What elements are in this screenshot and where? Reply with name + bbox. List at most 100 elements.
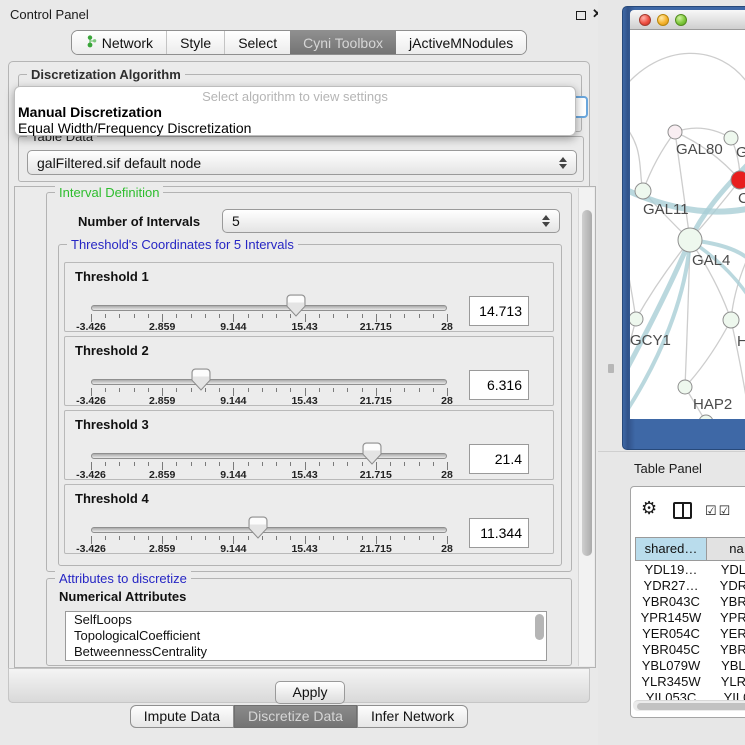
table-cell-shared-name[interactable]: YLR345W (635, 674, 707, 690)
tick-label: 15.43 (291, 321, 317, 333)
table-row[interactable]: YDR27…YDR2 (635, 578, 745, 594)
threshold-4-value-field[interactable]: 11.344 (469, 518, 529, 548)
tick-mark (347, 462, 348, 466)
node-label-gal11: GAL11 (643, 201, 689, 218)
vertical-scrollbar[interactable] (578, 188, 594, 666)
table-cell-name[interactable]: YBL0 (707, 658, 745, 674)
threshold-2-slider-track[interactable] (91, 379, 447, 385)
bottom-tab-infer-network[interactable]: Infer Network (357, 705, 468, 728)
table-data-combobox[interactable]: galFiltered.sif default node (27, 150, 577, 175)
node-gcy1[interactable] (630, 312, 643, 326)
table-cell-name[interactable]: YDR2 (707, 578, 745, 594)
tab-style[interactable]: Style (166, 31, 224, 54)
node-right[interactable] (723, 312, 739, 328)
tick-mark (262, 388, 263, 392)
node-gal11[interactable] (635, 183, 651, 199)
table-cell-name[interactable]: YBR0 (707, 594, 745, 610)
column-layout-icon[interactable] (673, 502, 692, 519)
node-gal80[interactable] (668, 125, 682, 139)
table-cell-name[interactable]: YPR1 (707, 610, 745, 626)
node-bottom[interactable] (699, 415, 713, 419)
tick-mark (119, 314, 120, 318)
table-cell-name[interactable]: YDL1 (707, 562, 745, 578)
horizontal-scrollbar[interactable] (633, 700, 745, 711)
checkbox-icons[interactable]: ☑☑ (705, 503, 732, 519)
table-cell-name[interactable]: YBR0 (707, 642, 745, 658)
bottom-tab-discretize-data[interactable]: Discretize Data (234, 705, 357, 728)
tick-mark (148, 462, 149, 466)
attribute-list-item[interactable]: SelfLoops (66, 612, 546, 628)
tick-mark (404, 314, 405, 318)
table-row[interactable]: YLR345WYLR3 (635, 674, 745, 690)
node-selected-red[interactable] (731, 171, 745, 189)
vertical-scrollbar-thumb[interactable] (582, 210, 592, 556)
table-row[interactable]: YBL079WYBL0 (635, 658, 745, 674)
tab-label: Select (238, 35, 277, 51)
close-window-icon[interactable] (639, 14, 651, 26)
tick-mark (362, 314, 363, 318)
table-cell-shared-name[interactable]: YBR043C (635, 594, 707, 610)
minimize-window-icon[interactable] (657, 14, 669, 26)
tab-select[interactable]: Select (224, 31, 290, 54)
node-top-right[interactable] (724, 131, 738, 145)
attributes-list-scrollbar[interactable] (535, 614, 544, 640)
threshold-1-slider-track[interactable] (91, 305, 447, 311)
tick-mark (219, 536, 220, 540)
algorithm-option-manual[interactable]: Manual Discretization (15, 104, 575, 120)
network-icon (85, 35, 97, 51)
algorithm-option-equal-width[interactable]: Equal Width/Frequency Discretization (15, 120, 575, 136)
bottom-tab-impute-data[interactable]: Impute Data (130, 705, 234, 728)
float-panel-icon[interactable] (576, 11, 586, 20)
threshold-1-value-field[interactable]: 14.713 (469, 296, 529, 326)
table-header-row: shared… na (635, 537, 745, 561)
table-cell-name[interactable]: YLR3 (707, 674, 745, 690)
tick-mark (105, 314, 106, 318)
table-cell-shared-name[interactable]: YBR045C (635, 642, 707, 658)
threshold-3-slider-track[interactable] (91, 453, 447, 459)
apply-button[interactable]: Apply (275, 681, 345, 704)
network-canvas[interactable]: GAL80GAGAL11CGAL4GCY1HHAP2 (630, 30, 745, 419)
tick-mark (219, 462, 220, 466)
tick-label: 21.715 (360, 543, 392, 555)
tick-label: 2.859 (149, 395, 175, 407)
table-row[interactable]: YER054CYER0 (635, 626, 745, 642)
table-row[interactable]: YBR043CYBR0 (635, 594, 745, 610)
column-header-shared-name[interactable]: shared… (635, 537, 707, 561)
network-window-titlebar[interactable] (630, 10, 745, 30)
attribute-list-item[interactable]: TopologicalCoefficient (66, 628, 546, 644)
gear-icon[interactable]: ⚙ (641, 499, 657, 517)
table-cell-shared-name[interactable]: YDR27… (635, 578, 707, 594)
table-cell-shared-name[interactable]: YIL053C (635, 690, 707, 700)
attribute-list-item[interactable]: BetweennessCentrality (66, 644, 546, 660)
zoom-window-icon[interactable] (675, 14, 687, 26)
table-cell-shared-name[interactable]: YPR145W (635, 610, 707, 626)
table-panel-title: Table Panel (634, 461, 702, 476)
threshold-2-value-field[interactable]: 6.316 (469, 370, 529, 400)
table-row[interactable]: YPR145WYPR1 (635, 610, 745, 626)
column-header-name[interactable]: na (707, 537, 745, 561)
number-of-intervals-combobox[interactable]: 5 (222, 209, 560, 233)
table-cell-name[interactable]: YER0 (707, 626, 745, 642)
table-row[interactable]: YDL19…YDL1 (635, 562, 745, 578)
node-gal4[interactable] (678, 228, 702, 252)
table-cell-name[interactable]: YIL0 (707, 690, 745, 700)
threshold-3-value-field[interactable]: 21.4 (469, 444, 529, 474)
threshold-4-slider-track[interactable] (91, 527, 447, 533)
table-cell-shared-name[interactable]: YER054C (635, 626, 707, 642)
horizontal-scrollbar-thumb[interactable] (637, 703, 745, 710)
numerical-attributes-heading: Numerical Attributes (59, 589, 186, 604)
slider-tick-labels: -3.4262.8599.14415.4321.71528 (91, 395, 447, 407)
table-cell-shared-name[interactable]: YDL19… (635, 562, 707, 578)
tab-network[interactable]: Network (72, 31, 166, 54)
tab-label: jActiveMNodules (409, 35, 513, 51)
tab-jactivemnodules[interactable]: jActiveMNodules (396, 31, 526, 54)
table-row[interactable]: YIL053CYIL0 (635, 690, 745, 700)
node-hap2[interactable] (678, 380, 692, 394)
tab-cyni-toolbox[interactable]: Cyni Toolbox (290, 31, 396, 54)
tick-mark (134, 388, 135, 392)
tick-mark (276, 388, 277, 392)
pane-divider-handle[interactable] (608, 364, 614, 373)
table-cell-shared-name[interactable]: YBL079W (635, 658, 707, 674)
algorithm-placeholder-option[interactable]: Select algorithm to view settings (15, 89, 575, 104)
table-row[interactable]: YBR045CYBR0 (635, 642, 745, 658)
